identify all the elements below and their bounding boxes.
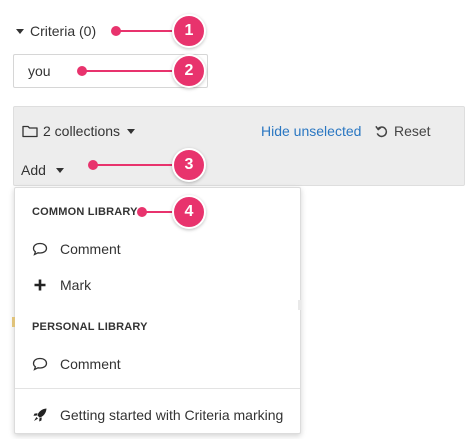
menu-item-getting-started[interactable]: Getting started with Criteria marking [32, 404, 283, 426]
menu-item-label: Mark [60, 277, 92, 293]
add-label: Add [21, 162, 46, 178]
common-library-heading: COMMON LIBRARY [32, 206, 138, 218]
reset-button[interactable]: Reset [374, 121, 431, 141]
chevron-down-icon [127, 128, 136, 134]
callout-badge-4: 4 [172, 195, 206, 229]
menu-item-label: Getting started with Criteria marking [60, 407, 284, 423]
caret-down-icon [16, 28, 24, 34]
filter-toolbar [13, 106, 465, 186]
criteria-toggle[interactable]: Criteria (0) [16, 20, 96, 42]
menu-item-label: Comment [60, 356, 121, 372]
personal-library-heading: PERSONAL LIBRARY [32, 321, 148, 333]
callout-line [93, 164, 176, 166]
menu-item-personal-comment[interactable]: Comment [32, 353, 121, 375]
callout-line [116, 30, 176, 32]
add-menu [14, 187, 301, 434]
menu-divider [15, 388, 300, 389]
callout-line [142, 211, 176, 213]
collections-dropdown[interactable]: 2 collections [22, 121, 136, 141]
menu-item-common-comment[interactable]: Comment [32, 238, 121, 260]
hide-unselected-link[interactable]: Hide unselected [261, 121, 361, 141]
callout-badge-2: 2 [172, 54, 206, 88]
reset-label: Reset [394, 123, 431, 139]
collections-label: 2 collections [43, 123, 121, 139]
folder-icon [22, 125, 38, 138]
criteria-label: Criteria (0) [30, 23, 97, 39]
menu-item-label: Comment [60, 241, 121, 257]
reset-icon [375, 125, 388, 137]
callout-badge-3: 3 [172, 148, 206, 182]
chevron-down-icon [55, 167, 64, 173]
menu-item-common-mark[interactable]: Mark [32, 274, 91, 296]
plus-icon [34, 279, 46, 291]
callout-line [82, 70, 176, 72]
callout-badge-1: 1 [172, 14, 206, 48]
speech-bubble-icon [32, 242, 48, 256]
background-marker [298, 300, 301, 310]
background-marker [12, 317, 15, 327]
rocket-icon [33, 408, 47, 422]
speech-bubble-icon [32, 357, 48, 371]
add-dropdown-button[interactable]: Add [21, 160, 64, 180]
